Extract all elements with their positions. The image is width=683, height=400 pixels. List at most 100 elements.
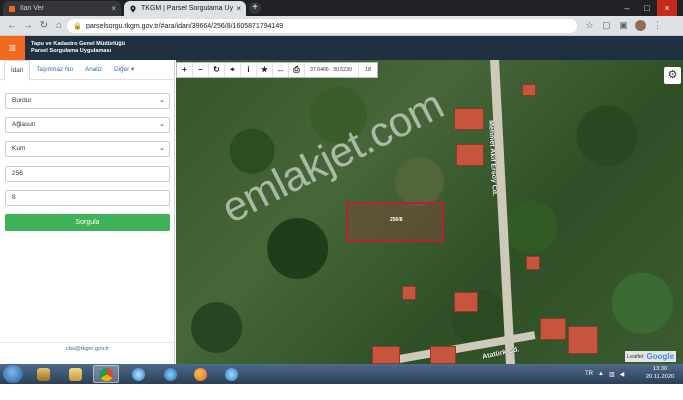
tab-ilan-ver[interactable]: İlan Ver × [3,1,121,16]
building-roof [456,144,484,166]
info-icon[interactable]: i [241,63,257,77]
refresh-icon[interactable]: ↻ [209,63,225,77]
building-roof [430,346,456,364]
neighborhood-select[interactable]: Kum ⌄ [5,141,170,157]
forward-icon[interactable]: → [22,20,34,32]
reload-icon[interactable]: ↻ [38,20,50,32]
emlakjet-favicon-icon [8,5,16,13]
query-panel: İdari Taşınmaz No Analiz Diğer ▾ Burdur … [0,60,175,364]
bookmark-star-icon[interactable]: ☆ [584,20,595,31]
contact-email-link[interactable]: cbs@tkgm.gov.tr [0,346,175,352]
settings-gear-icon[interactable]: ⚙ [664,67,681,84]
tab-tasinmaz-no[interactable]: Taşınmaz No [30,60,79,79]
building-roof [372,346,400,364]
locate-icon[interactable]: ⌖ [225,63,241,77]
zoom-out-icon[interactable]: − [193,63,209,77]
system-tray: TR ▲ ▥ ◀ [585,364,624,384]
panel-tabs: İdari Taşınmaz No Analiz Diğer ▾ [0,60,175,81]
translate-icon[interactable]: ▣ [618,20,629,31]
measure-icon[interactable]: ↔ [273,63,289,77]
parcel-outline[interactable]: 256/8 [346,202,444,242]
district-select[interactable]: Ağlasun ⌄ [5,117,170,133]
lock-icon[interactable]: 🔒 [73,22,82,30]
building-roof [540,318,566,340]
tab-title: TKGM | Parsel Sorgulama Uygulama [141,5,234,12]
map-toolbar: + − ↻ ⌖ i ★ ↔ ⎙ 37.6466 : 30.5230 18 [176,62,378,78]
tab-tkgm[interactable]: TKGM | Parsel Sorgulama Uygulama × [124,1,246,16]
province-value: Burdur [12,97,32,104]
home-icon[interactable]: ⌂ [53,20,65,32]
road [490,60,515,364]
building-roof [454,108,484,130]
tab-analiz[interactable]: Analiz [79,60,108,79]
address-bar[interactable]: 🔒 parselsorgu.tkgm.gov.tr/#ara/idari/396… [67,19,577,33]
print-icon[interactable]: ⎙ [289,63,305,77]
maximize-icon[interactable]: □ [637,0,657,16]
tab-diger[interactable]: Diğer ▾ [108,60,140,79]
building-roof [454,292,478,312]
tab-idari[interactable]: İdari [4,60,31,81]
tab-title: İlan Ver [20,5,44,12]
building-roof [402,286,416,300]
firefox-icon[interactable] [187,365,213,383]
coordinate-readout: 37.6466 : 30.5230 [305,63,359,77]
close-tab-icon[interactable]: × [236,4,241,13]
more-menu-icon[interactable]: ⋮ [652,20,663,31]
browser-tools: ☆ ▢ ▣ ⋮ [584,20,663,32]
chat-app-icon[interactable] [218,365,244,383]
chevron-down-icon: ⌄ [159,97,165,104]
media-player-icon[interactable] [30,365,56,383]
profile-avatar[interactable] [635,20,646,31]
zoom-level: 18 [364,67,372,73]
building-roof [526,256,540,270]
district-value: Ağlasun [12,121,36,128]
building-roof [568,326,598,354]
url-text: parselsorgu.tkgm.gov.tr/#ara/idari/39664… [86,22,284,30]
leaflet-link[interactable]: Leaflet [627,354,644,360]
browser-tab-strip: İlan Ver × TKGM | Parsel Sorgulama Uygul… [0,0,683,16]
building-roof [522,84,536,96]
back-icon[interactable]: ← [6,20,18,32]
chevron-down-icon: ⌄ [159,145,165,152]
browser-toolbar: ← → ↻ ⌂ 🔒 parselsorgu.tkgm.gov.tr/#ara/i… [0,16,683,36]
favorite-star-icon[interactable]: ★ [257,63,273,77]
satellite-map[interactable]: 256/8 Mehmet Akif Ersoy Cd. Atatürk Cd. … [176,60,683,364]
tray-arrow-icon[interactable]: ▲ [598,371,604,377]
block-value: 256 [12,170,23,177]
query-button[interactable]: Sorgula [5,214,170,231]
block-input[interactable]: 256 [5,166,170,182]
parcel-input[interactable]: 8 [5,190,170,206]
screen-margin [0,384,683,400]
screen: İlan Ver × TKGM | Parsel Sorgulama Uygul… [0,0,683,400]
app-title-line2: Parsel Sorgulama Uygulaması [31,48,112,54]
browser-icon[interactable] [125,365,151,383]
location-pin-icon [129,5,137,13]
taskbar-clock[interactable]: 13:30 20.11.2020 [640,365,680,381]
network-icon[interactable]: ▥ [609,371,615,378]
parcel-value: 8 [12,194,16,201]
app-title: Tapu ve Kadastro Genel Müdürlüğü Parsel … [31,41,125,55]
zoom-in-icon[interactable]: + [177,63,193,77]
minimize-icon[interactable]: – [617,0,637,16]
google-logo: Google [646,352,675,361]
chevron-down-icon: ⌄ [159,121,165,128]
clock-time: 13:30 [652,366,668,372]
start-button[interactable] [3,365,23,383]
province-select[interactable]: Burdur ⌄ [5,93,170,109]
app-header: ≡ Tapu ve Kadastro Genel Müdürlüğü Parse… [0,36,683,60]
window-controls: – □ × [617,0,677,16]
new-tab-button[interactable]: + [249,2,261,14]
parcel-label: 256/8 [390,217,403,223]
chrome-icon[interactable] [93,365,119,383]
windows-taskbar [0,364,683,384]
map-attribution: Leaflet Google [625,351,677,362]
language-indicator[interactable]: TR [585,371,593,377]
extension-icon[interactable]: ▢ [601,20,612,31]
close-tab-icon[interactable]: × [111,4,116,13]
neighborhood-value: Kum [12,145,26,152]
hamburger-menu-icon[interactable]: ≡ [0,36,25,60]
internet-explorer-icon[interactable] [157,365,183,383]
close-window-icon[interactable]: × [657,0,677,16]
file-explorer-icon[interactable] [62,365,88,383]
volume-icon[interactable]: ◀ [620,371,625,378]
